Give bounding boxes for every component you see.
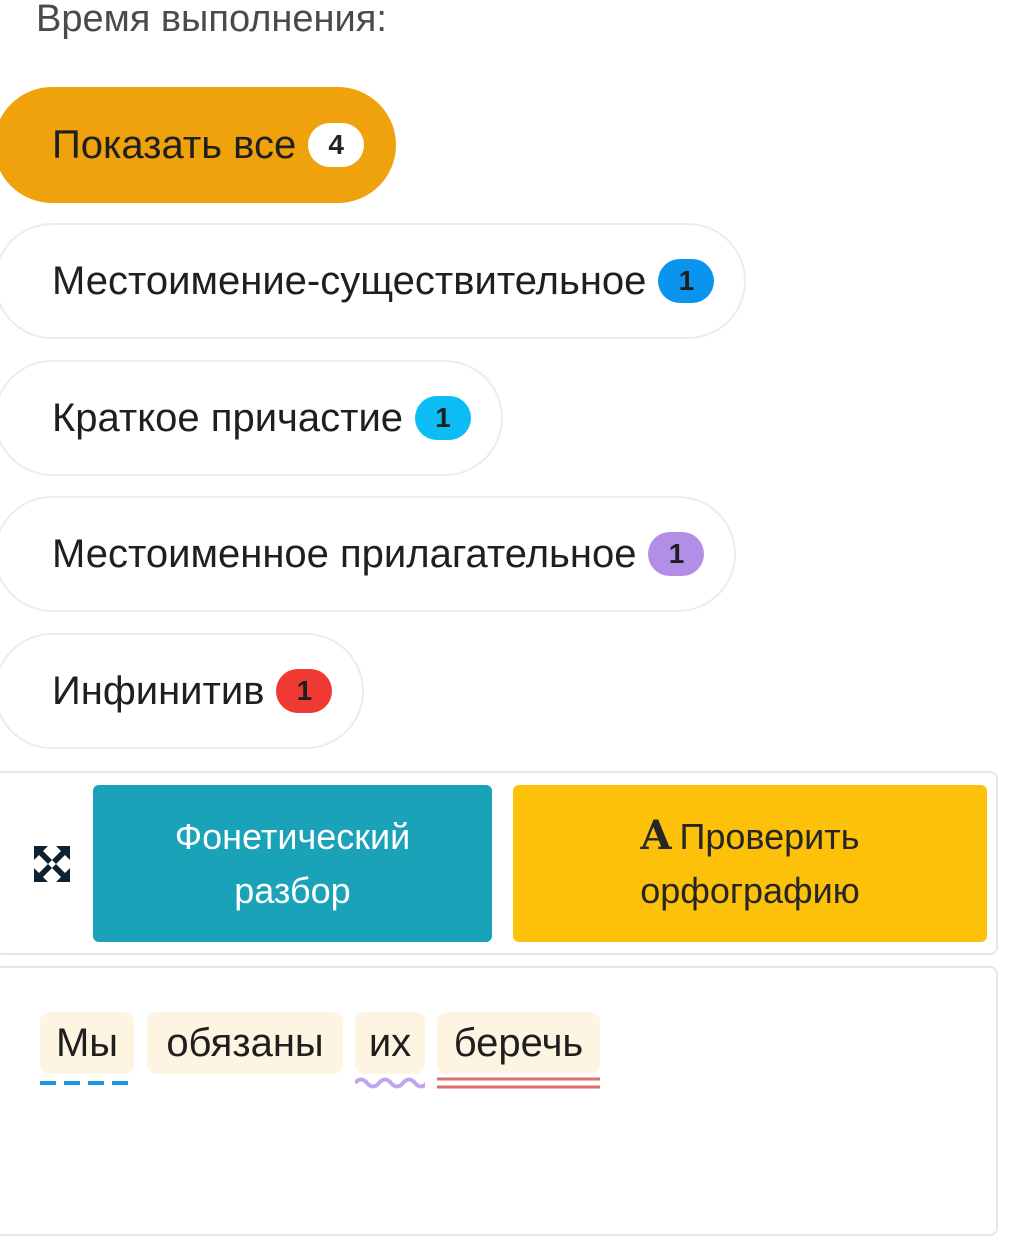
font-a-icon: A [640, 812, 672, 859]
phonetic-label-line1: Фонетический [174, 815, 411, 857]
count-badge: 1 [276, 669, 333, 713]
word-my[interactable]: Мы [40, 1012, 134, 1074]
count-badge: 1 [415, 396, 472, 440]
word-obyazany[interactable]: обязаны [147, 1012, 343, 1074]
expand-arrows-icon[interactable] [32, 844, 72, 884]
filter-infinitive-button[interactable]: Инфинитив 1 [0, 633, 365, 749]
execution-time-label: Время выполнения: [36, 0, 387, 40]
check-spelling-label: A Проверить орфографию [640, 809, 860, 918]
filter-label: Краткое причастие [52, 395, 404, 440]
filter-label: Показать все [52, 122, 297, 167]
sentence-panel: Мы обязаны их беречь [0, 966, 998, 1236]
filter-label: Местоименное прилагательное [52, 531, 637, 576]
filter-label: Инфинитив [52, 668, 265, 713]
filter-pronoun-noun-button[interactable]: Местоимение-существительное 1 [0, 223, 747, 339]
tools-panel: Фонетический разбор A Проверить орфографи… [0, 771, 998, 955]
count-badge: 1 [648, 532, 705, 576]
filter-pronoun-adjective-button[interactable]: Местоименное прилагательное 1 [0, 496, 737, 612]
filter-show-all-button[interactable]: Показать все 4 [0, 87, 397, 203]
filter-short-participle-button[interactable]: Краткое причастие 1 [0, 360, 504, 476]
object-wavy-underline [355, 1077, 425, 1089]
spell-label-line1: Проверить [679, 816, 860, 857]
phonetic-analysis-button[interactable]: Фонетический разбор [93, 785, 492, 942]
subject-dashed-underline [40, 1081, 134, 1085]
phonetic-label-line2: разбор [234, 869, 351, 911]
word-ikh[interactable]: их [355, 1012, 425, 1074]
check-spelling-button[interactable]: A Проверить орфографию [513, 785, 987, 942]
count-badge: 4 [308, 123, 365, 167]
filter-label: Местоимение-существительное [52, 258, 647, 303]
spell-label-line2: орфографию [640, 870, 860, 911]
phonetic-analysis-label: Фонетический разбор [175, 810, 410, 918]
predicate-double-underline [437, 1077, 600, 1089]
count-badge: 1 [658, 259, 715, 303]
word-berech[interactable]: беречь [437, 1012, 600, 1074]
